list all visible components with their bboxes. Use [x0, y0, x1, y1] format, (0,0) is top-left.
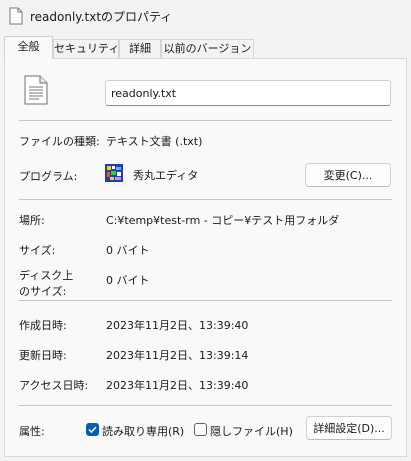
divider — [19, 405, 392, 406]
location-label: 場所: — [19, 214, 45, 227]
tab-details[interactable]: 詳細 — [119, 39, 161, 58]
readonly-checkbox[interactable] — [86, 423, 99, 436]
file-name-input[interactable] — [105, 80, 391, 106]
advanced-button[interactable]: 詳細設定(D)... — [306, 416, 392, 440]
readonly-label[interactable]: 読み取り専用(R) — [102, 423, 184, 439]
divider — [19, 300, 392, 301]
general-panel: ファイルの種類: テキスト文書 (.txt) プログラム: 秀丸エディタ 変更(… — [4, 58, 407, 457]
disk-size-label-line2: のサイズ: — [19, 285, 67, 298]
disk-size-label-line1: ディスク上 — [19, 269, 74, 282]
change-program-button[interactable]: 変更(C)... — [305, 163, 391, 187]
accessed-label: アクセス日時: — [19, 379, 89, 392]
file-type-label: ファイルの種類: — [19, 135, 100, 148]
location-value: C:¥temp¥test-rm - コピー¥テスト用フォルダ — [106, 214, 340, 227]
text-file-icon — [9, 7, 23, 25]
size-label: サイズ: — [19, 244, 56, 257]
hidden-checkbox[interactable] — [194, 423, 207, 436]
size-value: 0 バイト — [106, 244, 150, 257]
window-title: readonly.txtのプロパティ — [30, 10, 173, 24]
hidemaru-app-icon — [105, 164, 123, 182]
checkmark-icon — [88, 426, 97, 434]
text-file-icon — [24, 75, 48, 105]
disk-size-value: 0 バイト — [106, 274, 150, 287]
hidden-label[interactable]: 隠しファイル(H) — [210, 423, 293, 439]
program-label: プログラム: — [19, 170, 78, 183]
tab-previous-versions[interactable]: 以前のバージョン — [161, 39, 254, 58]
tab-security[interactable]: セキュリティ — [53, 39, 119, 58]
created-value: 2023年11月2日、13:39:40 — [106, 319, 249, 332]
modified-label: 更新日時: — [19, 349, 67, 362]
program-value: 秀丸エディタ — [133, 169, 199, 182]
divider — [19, 120, 392, 121]
created-label: 作成日時: — [19, 319, 67, 332]
file-type-value: テキスト文書 (.txt) — [106, 135, 203, 148]
divider — [19, 199, 392, 200]
title-bar: readonly.txtのプロパティ — [0, 0, 411, 34]
attributes-label: 属性: — [19, 425, 45, 438]
tab-general[interactable]: 全般 — [4, 36, 53, 59]
accessed-value: 2023年11月2日、13:39:40 — [106, 379, 249, 392]
modified-value: 2023年11月2日、13:39:14 — [106, 349, 249, 362]
